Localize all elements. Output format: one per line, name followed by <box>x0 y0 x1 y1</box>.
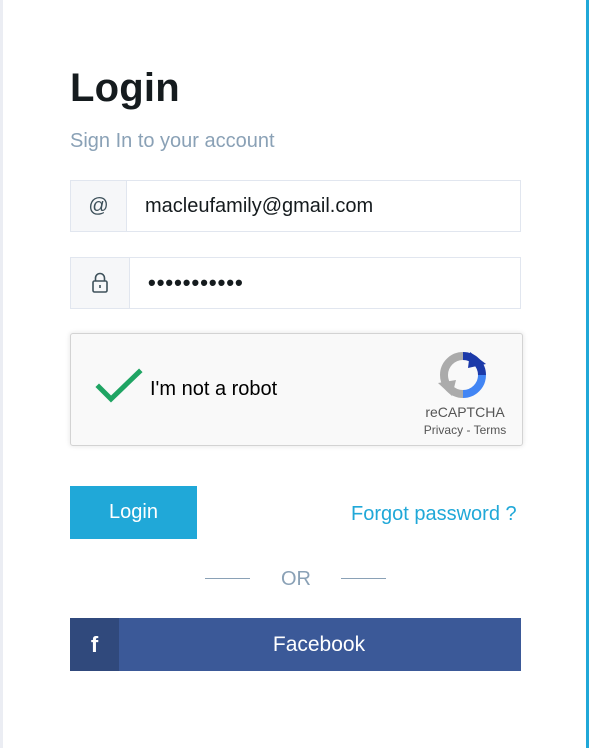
left-border <box>0 0 3 748</box>
checkmark-icon <box>95 368 143 403</box>
facebook-label: Facebook <box>272 632 366 656</box>
email-field[interactable]: macleufamily@gmail.com <box>127 181 520 231</box>
forgot-password-link[interactable]: Forgot password ? <box>351 503 517 526</box>
captcha-checkbox[interactable] <box>95 366 143 406</box>
recaptcha-logo-icon <box>438 350 488 400</box>
captcha-brand: reCAPTCHA <box>425 404 505 420</box>
captcha-terms-link[interactable]: Terms <box>474 423 507 437</box>
facebook-login-button[interactable]: f Facebook <box>70 618 521 671</box>
captcha-privacy-link[interactable]: Privacy <box>424 423 463 437</box>
page-title: Login <box>70 66 180 110</box>
or-label: OR <box>281 568 311 590</box>
or-divider-left <box>205 578 250 579</box>
captcha-links-separator: - <box>463 423 474 437</box>
login-button[interactable]: Login <box>70 486 197 539</box>
facebook-icon: f <box>70 618 119 671</box>
or-divider-right <box>341 578 386 579</box>
page-subtitle: Sign In to your account <box>70 130 275 152</box>
password-input-group: ••••••••••• <box>70 257 521 309</box>
email-input-group: @ macleufamily@gmail.com <box>70 180 521 232</box>
recaptcha-widget: I'm not a robot reCAPTCHA Privacy - Term… <box>70 333 523 446</box>
password-field[interactable]: ••••••••••• <box>130 258 520 308</box>
at-sign-icon: @ <box>71 181 127 231</box>
lock-icon <box>71 258 130 308</box>
captcha-links: Privacy - Terms <box>417 423 513 437</box>
captcha-label: I'm not a robot <box>150 378 278 400</box>
